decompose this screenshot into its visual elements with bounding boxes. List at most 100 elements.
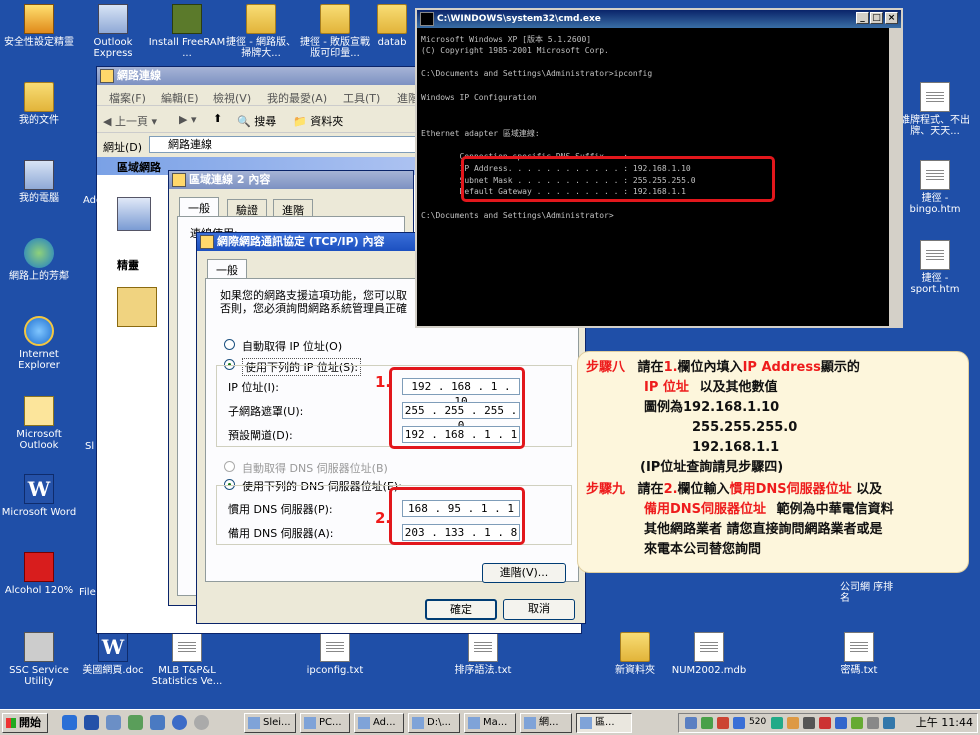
desktop-icon-num[interactable]: NUM2002.mdb — [670, 632, 748, 676]
tray-icon-1[interactable] — [685, 717, 697, 729]
desktop-icon-alcohol[interactable]: Alcohol 120% — [0, 552, 78, 596]
desktop-icon-mlb[interactable]: MLB T&P&L Statistics Ve... — [148, 632, 226, 687]
cmd-window: C:\WINDOWS\system32\cmd.exe _ □ × Micros… — [415, 8, 903, 328]
console-icon — [420, 12, 434, 26]
desktop-quicklaunch-icon[interactable] — [106, 715, 121, 730]
preferred-dns-label: 慣用 DNS 伺服器(P): — [228, 503, 333, 516]
desktop-icon-newfolder[interactable]: 新資料夾 — [596, 632, 674, 676]
lan-properties-titlebar[interactable]: 區域連線 2 內容 — [169, 171, 413, 189]
dns-highlight-box — [389, 487, 525, 545]
step8-text-c: 欄位內填入 — [677, 360, 743, 375]
printer-icon — [24, 632, 54, 662]
menu-edit[interactable]: 編輯(E) — [161, 90, 199, 106]
desktop-icon-outlook[interactable]: Microsoft Outlook — [0, 396, 78, 451]
desktop-icon-mydocs[interactable]: 我的文件 — [0, 82, 78, 126]
desktop-icon-ie[interactable]: Internet Explorer — [0, 316, 78, 371]
desktop-icon-sport[interactable]: 捷徑 - sport.htm — [896, 240, 974, 295]
maximize-button[interactable]: □ — [870, 12, 883, 24]
tab-tcpip-general[interactable]: 一般 — [207, 259, 247, 279]
tray-icon-7[interactable] — [803, 717, 815, 729]
search-button[interactable]: 🔍 搜尋 — [237, 113, 276, 129]
tray-icon-5[interactable] — [771, 717, 783, 729]
cmd-scrollbar[interactable] — [889, 28, 901, 326]
tray-icon-10[interactable] — [851, 717, 863, 729]
instruction-callout: 步驟八 請在1.欄位內填入IP Address顯示的 IP 位址 以及其他數值 … — [577, 351, 969, 573]
ok-button[interactable]: 確定 — [425, 599, 497, 620]
desktop-icon-company[interactable]: 公司網 序排名 — [840, 582, 900, 604]
media-quicklaunch-icon[interactable] — [128, 715, 143, 730]
folders-label: 資料夾 — [310, 115, 344, 128]
mail-icon — [98, 4, 128, 34]
ipconfig-highlight-box — [461, 156, 775, 202]
desktop-icon-datab[interactable]: datab — [370, 4, 414, 48]
minimize-button[interactable]: _ — [856, 12, 869, 24]
task-button-3[interactable]: Ad... — [354, 713, 404, 733]
back-button[interactable]: ◀ 上一頁 ▾ — [103, 113, 157, 129]
tray-icon-3[interactable] — [717, 717, 729, 729]
desktop-icon-security[interactable]: 安全性設定精靈 — [0, 4, 78, 48]
menu-tools[interactable]: 工具(T) — [343, 90, 380, 106]
desktop-icon-password[interactable]: 密碼.txt — [820, 632, 898, 676]
forward-button[interactable]: ▶ ▾ — [179, 113, 196, 126]
tray-icon-11[interactable] — [867, 717, 879, 729]
menu-file[interactable]: 檔案(F) — [109, 90, 146, 106]
menu-favorites[interactable]: 我的最愛(A) — [267, 90, 327, 106]
desktop-icon-network[interactable]: 網路上的芳鄰 — [0, 238, 78, 282]
word-quicklaunch-icon[interactable] — [84, 715, 99, 730]
desktop-icon-shortcut-2[interactable]: 捷徑 - 敗版宣戰版可印量... — [296, 4, 374, 59]
ip-address-label: IP 位址(I): — [228, 381, 279, 394]
task-button-7[interactable]: 區... — [576, 713, 632, 733]
desktop-icon-prog[interactable]: 誰牌程式、不出牌、天天... — [896, 82, 974, 137]
help-quicklaunch-icon[interactable] — [194, 715, 209, 730]
messenger-quicklaunch-icon[interactable] — [172, 715, 187, 730]
desktop-icon-freeram[interactable]: Install FreeRAM ... — [148, 4, 226, 59]
tray-icon-4[interactable] — [733, 717, 745, 729]
taskbar: 開始 Slei... PC... Ad... D:\... Ma... 網...… — [0, 709, 980, 735]
lan-icon — [172, 173, 186, 187]
desktop-icon-shortcut-1[interactable]: 捷徑 - 網路版、掃牌大... — [222, 4, 300, 59]
tray-icon-8[interactable] — [819, 717, 831, 729]
marker-2: 2. — [375, 509, 392, 527]
tray-icon-2[interactable] — [701, 717, 713, 729]
file-icon — [468, 632, 498, 662]
task-button-2[interactable]: PC... — [300, 713, 350, 733]
start-button[interactable]: 開始 — [2, 713, 48, 733]
cmd-line: C:\Documents and Settings\Administrator> — [421, 211, 614, 220]
task-button-6[interactable]: 網... — [520, 713, 572, 733]
folder-icon — [620, 632, 650, 662]
menu-view[interactable]: 檢視(V) — [213, 90, 251, 106]
cmd-line: Windows IP Configuration — [421, 93, 537, 102]
ie-quicklaunch-icon[interactable] — [62, 715, 77, 730]
step4-note: (IP位址查詢請見步驟四) — [640, 460, 784, 475]
alcohol-icon — [24, 552, 54, 582]
tray-icon-9[interactable] — [835, 717, 847, 729]
desktop-icon-ipconfig[interactable]: ipconfig.txt — [296, 632, 374, 676]
desktop-icon-word[interactable]: W Microsoft Word — [0, 474, 78, 518]
outlook-quicklaunch-icon[interactable] — [150, 715, 165, 730]
step8-label: 步驟八 — [586, 360, 626, 375]
up-folder-icon[interactable]: ⬆ — [213, 112, 222, 125]
cmd-titlebar[interactable]: C:\WINDOWS\system32\cmd.exe _ □ × — [417, 10, 901, 28]
close-button[interactable]: × — [885, 12, 898, 24]
lan-adapter-icon[interactable] — [117, 197, 151, 231]
desktop-icon-doc[interactable]: W 美國網頁.doc — [74, 632, 152, 676]
advanced-button[interactable]: 進階(V)... — [482, 563, 566, 583]
desktop-icon-ssc[interactable]: SSC Service Utility — [0, 632, 78, 687]
network-folder-icon — [100, 69, 114, 83]
desktop-icon-sort[interactable]: 排序語法.txt — [444, 632, 522, 676]
desktop-icon-mycomputer[interactable]: 我的電腦 — [0, 160, 78, 204]
tab-general[interactable]: 一般 — [179, 197, 219, 217]
auto-dns-radio[interactable] — [224, 461, 235, 472]
volume-icon[interactable] — [883, 717, 895, 729]
desktop-icon-oe[interactable]: Outlook Express — [74, 4, 152, 59]
task-button-1[interactable]: Slei... — [244, 713, 296, 733]
cancel-button[interactable]: 取消 — [503, 599, 575, 620]
wizard-icon[interactable] — [117, 287, 157, 327]
desktop-icon-bingo[interactable]: 捷徑 - bingo.htm — [896, 160, 974, 215]
tray-icon-6[interactable] — [787, 717, 799, 729]
auto-ip-radio[interactable] — [224, 339, 235, 350]
cmd-line: C:\Documents and Settings\Administrator>… — [421, 69, 653, 79]
folders-button[interactable]: 📁 資料夾 — [293, 113, 343, 129]
task-button-5[interactable]: Ma... — [464, 713, 516, 733]
task-button-4[interactable]: D:\... — [408, 713, 460, 733]
